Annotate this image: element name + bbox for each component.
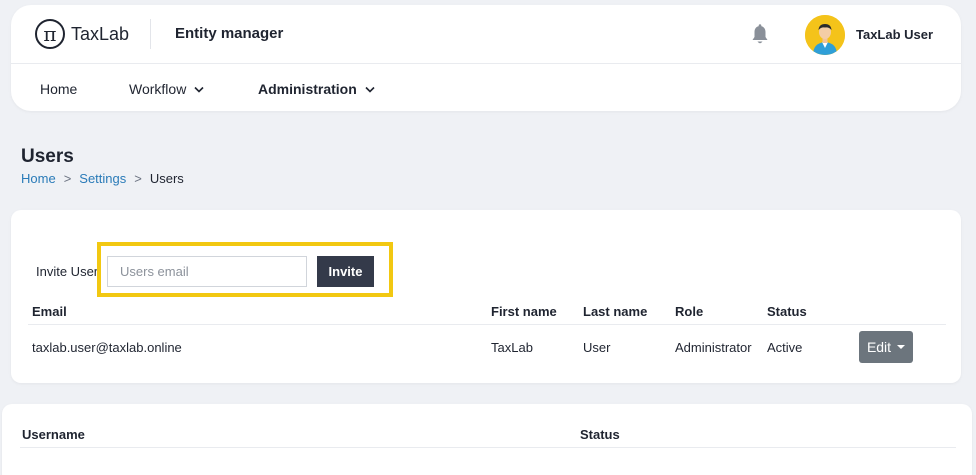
- app-title: Entity manager: [175, 25, 284, 42]
- users-email-input[interactable]: [107, 256, 307, 287]
- nav-home[interactable]: Home: [40, 81, 77, 97]
- column-header-last-name: Last name: [583, 304, 648, 319]
- cell-status: Active: [767, 340, 803, 355]
- breadcrumb-current: Users: [149, 171, 184, 186]
- invite-button[interactable]: Invite: [317, 256, 374, 287]
- page-title: Users: [21, 146, 74, 167]
- chevron-down-icon: [194, 86, 204, 93]
- user-avatar[interactable]: [805, 15, 845, 55]
- column-header-status: Status: [767, 304, 807, 319]
- users-card: Invite User Invite Email First name Last…: [11, 210, 961, 383]
- user-avatar-icon: [805, 15, 845, 55]
- column-header-first-name: First name: [491, 304, 557, 319]
- column-header-status: Status: [580, 427, 620, 442]
- breadcrumb-separator: >: [134, 171, 142, 186]
- nav-administration-label: Administration: [258, 81, 357, 97]
- edit-button-label: Edit: [866, 339, 892, 355]
- edit-dropdown-button[interactable]: Edit: [859, 331, 913, 363]
- nav-administration[interactable]: Administration: [258, 81, 375, 97]
- cell-email: taxlab.user@taxlab.online: [32, 340, 182, 355]
- column-header-username: Username: [22, 427, 85, 442]
- bell-icon[interactable]: [750, 24, 770, 46]
- nav-home-label: Home: [40, 81, 78, 97]
- column-header-email: Email: [32, 304, 67, 319]
- breadcrumb-home[interactable]: Home: [21, 171, 56, 186]
- breadcrumb-settings[interactable]: Settings: [79, 171, 126, 186]
- cell-last-name: User: [583, 340, 611, 355]
- cell-role: Administrator: [675, 340, 752, 355]
- top-bar: π TaxLab Entity manager TaxLab User: [11, 5, 961, 64]
- logo-text: TaxLab: [71, 23, 130, 44]
- cell-first-name: TaxLab: [491, 340, 533, 355]
- breadcrumb-separator: >: [63, 171, 72, 186]
- breadcrumb: Home > Settings > Users: [21, 171, 184, 186]
- pi-logo-icon: π: [35, 19, 65, 49]
- nav-workflow[interactable]: Workflow: [129, 81, 204, 97]
- header-card: π TaxLab Entity manager TaxLab User Home: [11, 5, 961, 111]
- nav-workflow-label: Workflow: [129, 81, 187, 97]
- header-divider: [150, 19, 151, 49]
- user-name[interactable]: TaxLab User: [856, 27, 933, 42]
- invite-user-label: Invite User: [36, 264, 99, 279]
- taxlab-logo[interactable]: π TaxLab: [35, 19, 129, 49]
- column-header-role: Role: [675, 304, 704, 319]
- usernames-card: Username Status: [2, 404, 972, 475]
- chevron-down-icon: [365, 86, 375, 93]
- table-divider: [20, 447, 956, 448]
- caret-down-icon: [897, 345, 906, 349]
- main-nav: Home Workflow Administration: [11, 65, 961, 111]
- table-divider: [28, 324, 946, 325]
